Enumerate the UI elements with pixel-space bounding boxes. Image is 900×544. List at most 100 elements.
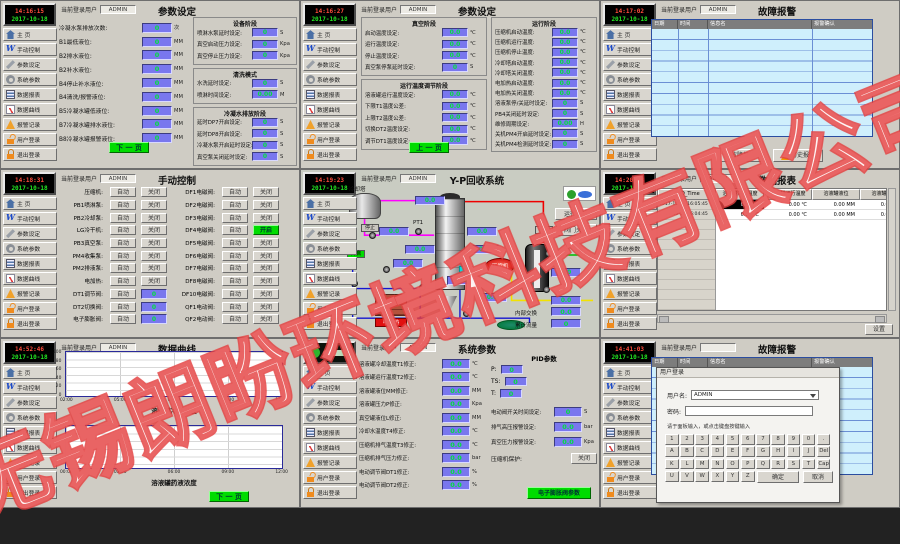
ok-button[interactable]: 确定	[757, 471, 799, 483]
auto-mode-button[interactable]: 自动	[222, 263, 248, 273]
param-value-field[interactable]: 0.0	[442, 399, 470, 409]
state-button[interactable]: 关闭	[253, 213, 279, 223]
key-button[interactable]: O	[726, 459, 740, 470]
next-page-button[interactable]: 下 一 页	[109, 142, 149, 153]
sidebar-item[interactable]: 系统参数	[3, 242, 57, 255]
key-button[interactable]: Del	[817, 446, 831, 457]
key-button[interactable]: L	[680, 459, 694, 470]
key-button[interactable]: .	[817, 434, 831, 445]
param-value-field[interactable]: 0.0	[442, 90, 468, 99]
sidebar-item[interactable]: 报警记录	[303, 287, 357, 300]
key-button[interactable]: 3	[695, 434, 709, 445]
sidebar-item[interactable]: 手动控制	[3, 43, 57, 56]
state-button[interactable]: 关闭	[141, 187, 167, 197]
param-value-field[interactable]: 0	[442, 63, 468, 72]
sidebar-item[interactable]: 数据报表	[3, 88, 57, 101]
pid-value-field[interactable]: 0	[500, 389, 522, 398]
sidebar-item[interactable]: 手动控制	[603, 381, 657, 394]
sidebar-item[interactable]: 手动控制	[3, 212, 57, 225]
param-value-field[interactable]: 0	[552, 109, 578, 118]
auto-mode-button[interactable]: 自动	[222, 225, 248, 235]
sidebar-item[interactable]: 主 页	[3, 197, 57, 210]
key-button[interactable]: 0	[802, 434, 816, 445]
auto-mode-button[interactable]: 自动	[222, 213, 248, 223]
sidebar-item[interactable]: 退出登录	[303, 486, 357, 499]
param-value-field[interactable]: 0.0	[442, 440, 470, 450]
sidebar-item[interactable]: 系统参数	[303, 411, 357, 424]
sidebar-item[interactable]: 参数设定	[603, 396, 657, 409]
param-value-field[interactable]: 0	[142, 119, 172, 129]
param-value-field[interactable]: 0	[142, 23, 172, 33]
sidebar-item[interactable]: 报警记录	[3, 456, 57, 469]
auto-mode-button[interactable]: 自动	[222, 302, 248, 312]
sidebar-item[interactable]: 用户登录	[303, 133, 357, 146]
sidebar-item[interactable]: 数据曲线	[3, 272, 57, 285]
sidebar-item[interactable]: 数据报表	[303, 88, 357, 101]
param-value-field[interactable]: 0.0	[442, 113, 468, 122]
protect-toggle-button[interactable]: 关闭	[571, 453, 597, 464]
alarm-table-body[interactable]	[652, 29, 872, 136]
state-button[interactable]: 关闭	[253, 289, 279, 299]
sidebar-item[interactable]: 手动控制	[603, 43, 657, 56]
sidebar-item[interactable]: 报警记录	[3, 118, 57, 131]
sidebar-item[interactable]: 报警记录	[603, 118, 657, 131]
vertical-scrollbar[interactable]	[888, 188, 896, 311]
param-value-field[interactable]: 0.0	[442, 125, 468, 134]
sidebar-item[interactable]: 系统参数	[303, 73, 357, 86]
key-button[interactable]: 7	[756, 434, 770, 445]
param-value-field[interactable]: 0.00	[552, 119, 578, 128]
param-value-field[interactable]: 0.0	[442, 480, 470, 490]
sidebar-item[interactable]: 系统参数	[603, 73, 657, 86]
param-value-field[interactable]: 0.0	[552, 48, 578, 57]
param-value-field[interactable]: 0.0	[552, 68, 578, 77]
key-button[interactable]: W	[695, 471, 709, 482]
key-button[interactable]: S	[787, 459, 801, 470]
sidebar-item[interactable]: 用户登录	[3, 133, 57, 146]
param-value-field[interactable]: 0	[142, 50, 172, 60]
key-button[interactable]: I	[787, 446, 801, 457]
sidebar-item[interactable]: 数据报表	[303, 426, 357, 439]
sidebar-item[interactable]: 用户登录	[3, 302, 57, 315]
param-value-field[interactable]: 0.0	[442, 51, 468, 60]
table-row[interactable]: 2017-10-18 16:04:45 0.00 ℃0.00 ℃0.00 MM0…	[658, 210, 886, 220]
sidebar-item[interactable]: 报警记录	[3, 287, 57, 300]
sidebar-item[interactable]: 参数设定	[3, 227, 57, 240]
cancel-button[interactable]: 取消	[803, 471, 833, 483]
auto-mode-button[interactable]: 自动	[110, 289, 136, 299]
next-page-button[interactable]: 下 一 页	[209, 491, 249, 502]
auto-mode-button[interactable]: 自动	[222, 289, 248, 299]
key-button[interactable]: 9	[787, 434, 801, 445]
sidebar-item[interactable]: 用户登录	[603, 471, 657, 484]
param-value-field[interactable]: 0	[552, 129, 578, 138]
key-button[interactable]: R	[771, 459, 785, 470]
sidebar-item[interactable]: 系统参数	[303, 242, 357, 255]
sidebar-item[interactable]: 报警记录	[303, 118, 357, 131]
key-button[interactable]: F	[741, 446, 755, 457]
state-button[interactable]: 关闭	[253, 302, 279, 312]
sidebar-item[interactable]: 数据曲线	[603, 272, 657, 285]
param-value-field[interactable]: 0.0	[442, 372, 470, 382]
sidebar-item[interactable]: 系统参数	[3, 411, 57, 424]
password-input[interactable]	[685, 406, 813, 416]
param-value-field[interactable]: 0.0	[552, 28, 578, 37]
param-value-field[interactable]: 0	[252, 118, 278, 127]
key-button[interactable]: 1	[665, 434, 679, 445]
sidebar-item[interactable]: 主 页	[303, 366, 357, 379]
param-value-field[interactable]: 0	[252, 79, 278, 88]
state-button[interactable]: 0	[141, 302, 167, 312]
state-button[interactable]: 关闭	[253, 187, 279, 197]
sidebar-item[interactable]: 数据报表	[603, 257, 657, 270]
sidebar-item[interactable]: 数据曲线	[303, 103, 357, 116]
key-button[interactable]: 8	[771, 434, 785, 445]
state-button[interactable]: 开启	[253, 225, 279, 235]
key-button[interactable]: 2	[680, 434, 694, 445]
horizontal-scrollbar[interactable]	[657, 314, 887, 323]
state-button[interactable]: 关闭	[253, 238, 279, 248]
param-value-field[interactable]: 0.00	[252, 90, 278, 99]
sidebar-item[interactable]: 系统参数	[3, 73, 57, 86]
state-button[interactable]: 关闭	[253, 200, 279, 210]
key-button[interactable]: Cap	[817, 459, 831, 470]
sidebar-item[interactable]: 数据曲线	[603, 441, 657, 454]
sidebar-item[interactable]: 主 页	[303, 197, 357, 210]
auto-mode-button[interactable]: 自动	[110, 302, 136, 312]
